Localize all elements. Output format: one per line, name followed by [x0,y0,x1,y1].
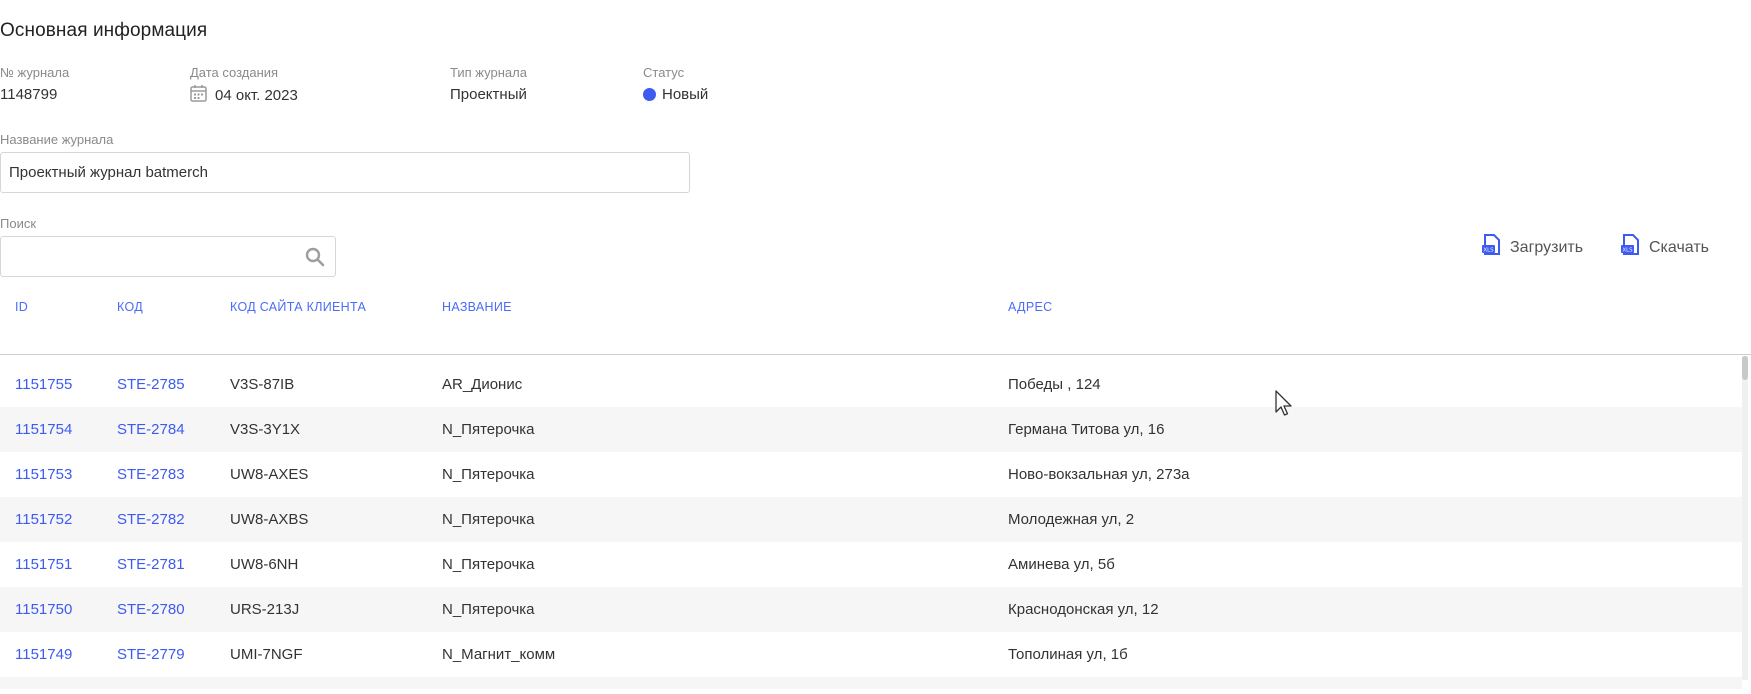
svg-text:XLS: XLS [1622,248,1633,254]
journal-number-label: № журнала [0,65,70,80]
row-id-link[interactable]: 1151751 [15,542,72,587]
row-address: Молодежная ул, 2 [1008,511,1135,528]
row-address: Ново-вокзальная ул, 273а [1008,466,1190,483]
table-row[interactable]: 1151755 STE-2785 V3S-87IB AR_Дионис Побе… [0,362,1742,407]
row-address: Победы , 124 [1008,376,1101,393]
table-row[interactable]: 1151749 STE-2779 UMI-7NGF N_Магнит_комм … [0,632,1742,677]
status-label: Статус [643,65,685,80]
row-address: Краснодонская ул, 12 [1008,601,1159,618]
row-name: N_Магнит_комм [442,646,556,663]
row-code-link[interactable]: STE-2780 [117,587,185,632]
row-client-site-code: V3S-3Y1X [230,421,301,438]
row-client-site-code: V3S-87IB [230,376,295,393]
journal-type-value: Проектный [450,86,527,103]
row-id-link[interactable]: 1151750 [15,587,72,632]
column-header-address[interactable]: АДРЕС [1008,300,1052,314]
status-value: Новый [662,86,709,103]
svg-text:XLS: XLS [1483,248,1494,254]
journal-name-field[interactable]: Проектный журнал batmerch [0,152,690,193]
row-name: N_Пятерочка [442,601,535,618]
row-name: N_Пятерочка [442,466,535,483]
download-label: Скачать [1649,238,1709,256]
journal-name-value: Проектный журнал batmerch [9,164,208,181]
created-date: 04 окт. 2023 [190,84,298,106]
row-code-link[interactable]: STE-2782 [117,497,185,542]
created-date-value: 04 окт. 2023 [215,86,298,104]
table-row[interactable]: 1151752 STE-2782 UW8-AXBS N_Пятерочка Мо… [0,497,1742,542]
row-address: Тополиная ул, 1б [1008,646,1128,663]
row-name: AR_Дионис [442,376,523,393]
row-id-link[interactable]: 1151749 [15,632,72,677]
row-id-link[interactable]: 1151755 [15,362,72,407]
row-client-site-code: URS-213J [230,601,300,618]
status-dot-icon [643,88,656,101]
row-id-link[interactable]: 1151752 [15,497,72,542]
row-client-site-code: UMI-7NGF [230,646,303,663]
download-button[interactable]: XLS Скачать [1621,234,1709,261]
table-row[interactable]: 1151751 STE-2781 UW8-6NH N_Пятерочка Ами… [0,542,1742,587]
row-name: N_Пятерочка [442,556,535,573]
created-date-label: Дата создания [190,65,279,80]
status-badge: Новый [643,86,708,103]
column-header-code[interactable]: КОД [117,300,143,314]
section-title: Основная информация [0,20,208,41]
row-client-site-code: UW8-AXES [230,466,309,483]
row-name: N_Пятерочка [442,421,535,438]
upload-label: Загрузить [1510,238,1584,256]
calendar-icon [190,84,207,106]
xls-file-icon: XLS [1621,234,1641,261]
table-row[interactable]: 1151754 STE-2784 V3S-3Y1X N_Пятерочка Ге… [0,407,1742,452]
journal-type-label: Тип журнала [450,65,527,80]
row-code-link[interactable]: STE-2781 [117,542,185,587]
row-address: Аминева ул, 5б [1008,556,1115,573]
row-client-site-code: UW8-AXBS [230,511,309,528]
table-scrollbar-thumb[interactable] [1742,356,1748,380]
row-code-link[interactable]: STE-2779 [117,632,185,677]
upload-button[interactable]: XLS Загрузить [1482,234,1583,261]
search-input[interactable] [0,236,336,277]
table-body: 1151755 STE-2785 V3S-87IB AR_Дионис Побе… [0,362,1742,689]
row-code-link[interactable]: STE-2785 [117,362,185,407]
row-id-link[interactable]: 1151754 [15,407,72,452]
mouse-pointer-icon [1275,390,1295,423]
row-code-link[interactable]: STE-2783 [117,452,185,497]
table-row-partial [0,677,1742,689]
column-header-name[interactable]: НАЗВАНИЕ [442,300,512,314]
row-id-link[interactable]: 1151753 [15,452,72,497]
search-label: Поиск [0,216,37,231]
row-address: Германа Титова ул, 16 [1008,421,1165,438]
journal-name-label: Название журнала [0,132,114,147]
column-header-id[interactable]: ID [15,300,28,314]
table-row[interactable]: 1151753 STE-2783 UW8-AXES N_Пятерочка Но… [0,452,1742,497]
table-scrollbar-track[interactable] [1742,356,1748,680]
row-client-site-code: UW8-6NH [230,556,299,573]
row-code-link[interactable]: STE-2784 [117,407,185,452]
xls-file-icon: XLS [1482,234,1502,261]
row-name: N_Пятерочка [442,511,535,528]
table-row[interactable]: 1151750 STE-2780 URS-213J N_Пятерочка Кр… [0,587,1742,632]
search-icon[interactable] [305,247,325,272]
journal-number-value: 1148799 [0,86,58,103]
column-header-client-site-code[interactable]: КОД САЙТА КЛИЕНТА [230,300,366,314]
table-header-divider [0,354,1751,355]
